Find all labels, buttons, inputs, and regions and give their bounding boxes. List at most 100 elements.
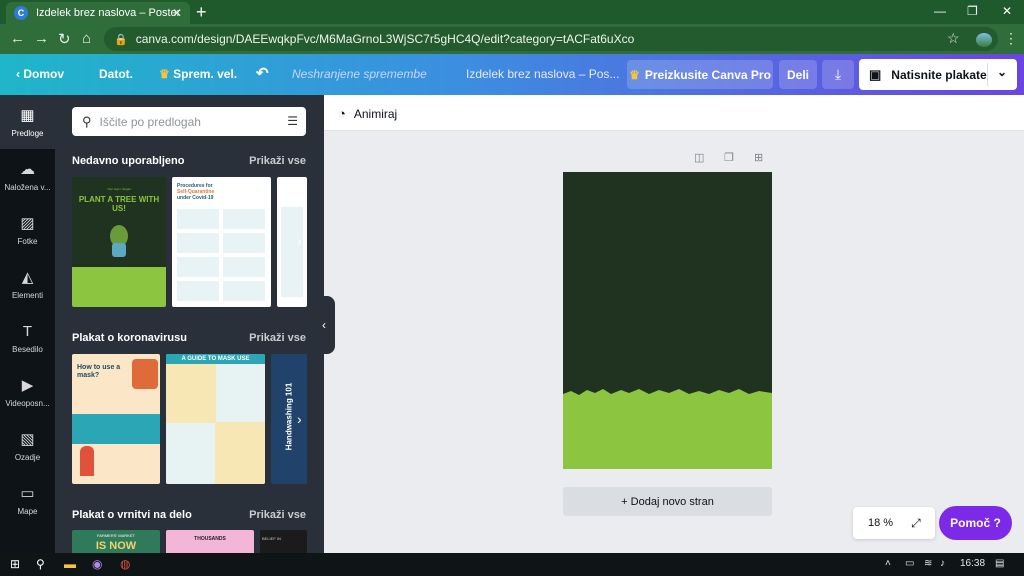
try-canva-pro-button[interactable]: ♛ Preizkusite Canva Pro <box>627 60 773 89</box>
template-thumb-guide-mask[interactable]: A GUIDE TO MASK USE <box>166 354 265 484</box>
page-artwork <box>563 172 772 469</box>
browser-tab[interactable]: C Izdelek brez naslova – Poster ✕ <box>6 2 190 24</box>
template-search-input[interactable]: ⚲ Iščite po predlogah ☰ <box>72 107 306 136</box>
background-icon: ▧ <box>20 430 35 448</box>
add-note-icon[interactable]: ◫ <box>694 151 704 164</box>
hand-illustration <box>132 359 158 389</box>
rail-label: Fotke <box>17 236 38 246</box>
template-thumb-mask-use[interactable]: How to use a mask? <box>72 354 160 484</box>
add-page-button[interactable]: + Dodaj novo stran <box>563 487 772 516</box>
resize-button[interactable]: ♛ Sprem. vel. <box>159 67 237 81</box>
info-card <box>223 233 265 253</box>
tab-title: Izdelek brez naslova – Poster <box>36 7 181 19</box>
rail-item-templates[interactable]: ▦ Predloge <box>0 95 55 149</box>
show-all-link[interactable]: Prikaži vse <box>249 509 306 521</box>
app-icon[interactable]: ◉ <box>92 557 102 571</box>
file-menu-button[interactable]: Datot. <box>99 67 133 81</box>
address-bar-row: ← → ↻ ⌂ 🔒 canva.com/design/DAEEwqkpFvc/M… <box>0 24 1024 54</box>
canva-favicon-icon: C <box>14 6 28 20</box>
section-title: Plakat o vrnitvi na delo <box>72 509 192 521</box>
filter-icon[interactable]: ☰ <box>287 114 298 128</box>
globe-illustration <box>112 243 126 257</box>
rail-item-elements[interactable]: ◭ Elementi <box>0 257 55 311</box>
template-thumb-thousands[interactable]: THOUSANDS <box>166 530 254 553</box>
print-posters-button[interactable]: ▣ Natisnite plakate ⌄ <box>859 59 1017 90</box>
rail-item-folders[interactable]: ▭ Mape <box>0 473 55 527</box>
document-title[interactable]: Izdelek brez naslova – Pos... <box>466 67 619 81</box>
tray-chevron-icon[interactable]: ˄ <box>885 558 891 569</box>
print-icon: ▣ <box>869 66 882 82</box>
notifications-icon[interactable]: ▤ <box>995 558 1004 569</box>
collapse-panel-icon[interactable]: ‹ <box>313 296 335 354</box>
chevron-right-icon[interactable]: › <box>297 411 302 427</box>
rail-label: Naložena v... <box>4 182 51 192</box>
chrome-icon[interactable]: ◍ <box>120 557 130 571</box>
close-tab-icon[interactable]: ✕ <box>172 6 182 20</box>
duplicate-page-icon[interactable]: ❐ <box>724 151 734 164</box>
home-button[interactable]: ‹ Domov <box>16 67 64 81</box>
download-icon[interactable]: ⤓ <box>822 60 854 89</box>
design-page[interactable] <box>563 172 772 469</box>
home-icon[interactable]: ⌂ <box>82 30 91 47</box>
rail-item-uploads[interactable]: ☁ Naložena v... <box>0 149 55 203</box>
url-text: canva.com/design/DAEEwqkpFvc/M6MaGrnoL3W… <box>135 32 635 46</box>
show-all-link[interactable]: Prikaži vse <box>249 155 306 167</box>
folder-icon: ▭ <box>20 484 35 502</box>
template-thumb-covid-procedures[interactable]: Procedures for Self-Quarantine under Cov… <box>172 177 271 307</box>
profile-avatar[interactable] <box>976 33 992 47</box>
url-field[interactable]: 🔒 canva.com/design/DAEEwqkpFvc/M6MaGrnoL… <box>104 27 998 51</box>
reload-icon[interactable]: ↻ <box>58 30 71 48</box>
back-icon[interactable]: ← <box>10 30 25 47</box>
elements-icon: ◭ <box>21 268 34 286</box>
animate-button[interactable]: ◔ Animiraj <box>338 106 397 121</box>
fullscreen-icon[interactable]: ⤢ <box>911 516 921 531</box>
info-card <box>177 281 219 301</box>
canva-toolbar: ‹ Domov Datot. ♛ Sprem. vel. ↶ Neshranje… <box>0 54 1024 95</box>
template-thumb-belief[interactable]: BELIEF IN <box>260 530 307 553</box>
clock[interactable]: 16:38 <box>960 558 985 569</box>
template-thumb-farmers-market[interactable]: FARMERS' MARKET IS NOW <box>72 530 160 553</box>
print-label: Natisnite plakate <box>891 67 987 82</box>
chevron-left-icon: ‹ <box>16 67 20 81</box>
search-icon[interactable]: ⚲ <box>36 557 45 571</box>
template-thumb-plant-tree[interactable]: Your logo / slogan PLANT A TREE WITH US! <box>72 177 166 307</box>
forward-icon[interactable]: → <box>34 30 49 47</box>
upload-cloud-icon: ☁ <box>20 160 35 178</box>
template-thumb-partial[interactable] <box>277 177 307 307</box>
try-pro-label: Preizkusite Canva Pro <box>644 67 771 82</box>
file-explorer-icon[interactable]: ▬ <box>64 557 76 571</box>
info-card <box>281 207 303 297</box>
volume-icon[interactable]: ♪ <box>940 558 945 569</box>
rail-item-photos[interactable]: ▨ Fotke <box>0 203 55 257</box>
info-card <box>177 257 219 277</box>
grass-strip <box>72 267 166 307</box>
chevron-down-icon[interactable]: ⌄ <box>997 65 1007 79</box>
new-tab-icon[interactable]: + <box>196 2 207 23</box>
minimize-icon[interactable]: — <box>934 4 946 18</box>
help-button[interactable]: Pomoč ? <box>939 506 1012 540</box>
animate-label: Animiraj <box>353 106 398 121</box>
restore-icon[interactable]: ❐ <box>967 4 978 18</box>
zoom-control[interactable]: 18 % ⤢ <box>853 507 935 539</box>
browser-menu-icon[interactable]: ⋮ <box>1004 30 1018 47</box>
wifi-icon[interactable]: ≋ <box>924 558 932 569</box>
show-all-link[interactable]: Prikaži vse <box>249 332 306 344</box>
side-rail: ▦ Predloge ☁ Naložena v... ▨ Fotke ◭ Ele… <box>0 95 55 553</box>
info-card <box>177 233 219 253</box>
rail-item-videos[interactable]: ▶ Videoposn... <box>0 365 55 419</box>
thumb-title: Handwashing 101 <box>284 382 294 451</box>
photo-icon: ▨ <box>20 214 35 232</box>
close-window-icon[interactable]: ✕ <box>1002 4 1012 18</box>
rail-item-background[interactable]: ▧ Ozadje <box>0 419 55 473</box>
add-page-icon[interactable]: ⊞ <box>754 151 763 164</box>
share-button[interactable]: Deli <box>779 60 817 89</box>
thumb-title: A GUIDE TO MASK USE <box>166 354 265 364</box>
templates-panel: ⚲ Iščite po predlogah ☰ Nedavno uporablj… <box>55 95 324 553</box>
search-placeholder: Iščite po predlogah <box>99 114 201 129</box>
rail-item-text[interactable]: T Besedilo <box>0 311 55 365</box>
windows-start-icon[interactable]: ⊞ <box>10 557 20 571</box>
undo-icon[interactable]: ↶ <box>256 64 269 82</box>
chevron-right-icon[interactable]: › <box>297 233 302 249</box>
bookmark-star-icon[interactable]: ☆ <box>947 30 960 47</box>
rail-label: Besedilo <box>12 344 43 354</box>
